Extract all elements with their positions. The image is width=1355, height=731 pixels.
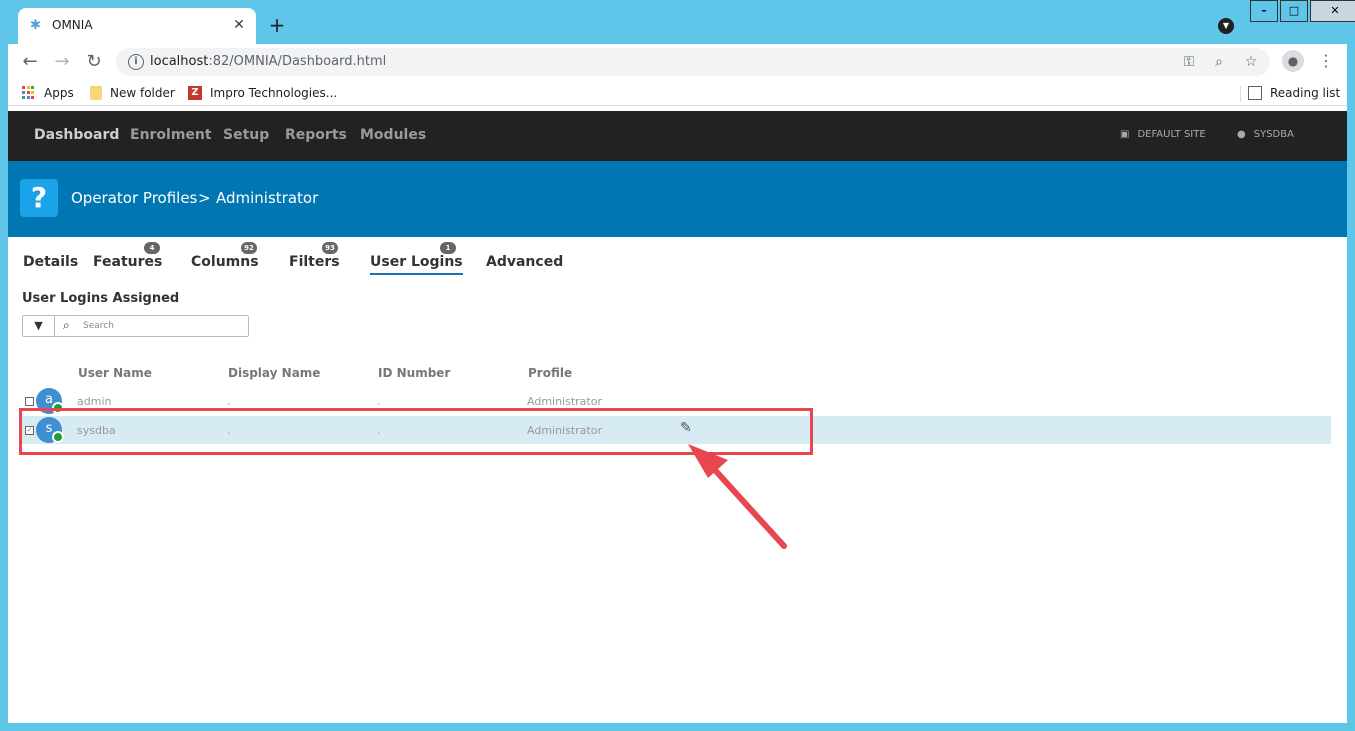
- annotation-arrow-icon: [688, 444, 787, 549]
- browser-window: ✱ OMNIA ✕ + ▼ – □ ✕ ← → ↻ i localhost:82…: [8, 0, 1355, 723]
